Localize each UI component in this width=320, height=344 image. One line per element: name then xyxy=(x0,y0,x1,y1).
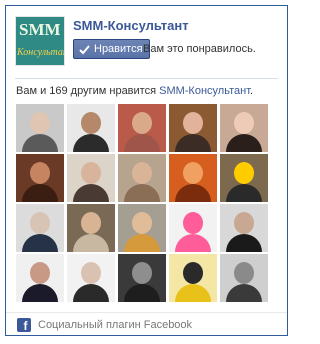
liked-status-text: Вам это понравилось. xyxy=(143,43,256,55)
avatar-body xyxy=(73,284,109,302)
page-name-link[interactable]: SMM-Консультант xyxy=(73,18,189,33)
avatar-head xyxy=(234,162,254,184)
fan-avatar[interactable] xyxy=(169,154,217,202)
fan-avatar[interactable] xyxy=(220,204,268,252)
avatar-body xyxy=(73,134,109,152)
avatar-head xyxy=(30,112,50,134)
fan-avatar[interactable] xyxy=(67,254,115,302)
avatar-body xyxy=(175,134,211,152)
fan-avatar[interactable] xyxy=(169,104,217,152)
friends-like-count: Вам и 169 другим нравится SMM-Консультан… xyxy=(16,85,253,97)
fan-avatar[interactable] xyxy=(16,204,64,252)
friends-prefix: Вам и 169 другим нравится xyxy=(16,85,160,97)
avatar-body xyxy=(175,234,211,252)
avatar-body xyxy=(175,284,211,302)
fan-avatar[interactable] xyxy=(118,204,166,252)
avatar-head xyxy=(81,262,101,284)
avatar-body xyxy=(73,234,109,252)
header-divider xyxy=(15,78,278,79)
fan-avatar[interactable] xyxy=(16,154,64,202)
facebook-like-box: SMM Консультант SMM-Консультант Нравится… xyxy=(5,5,288,336)
logo-subtext: Консультант xyxy=(17,47,64,58)
like-button[interactable]: Нравится xyxy=(73,39,150,59)
avatar-body xyxy=(124,184,160,202)
avatar-body xyxy=(124,234,160,252)
avatar-head xyxy=(183,212,203,234)
fan-faces-grid xyxy=(16,104,268,302)
plugin-footer: f Социальный плагин Facebook xyxy=(17,318,192,332)
fan-avatar[interactable] xyxy=(67,154,115,202)
like-button-label: Нравится xyxy=(94,43,143,55)
avatar-head xyxy=(30,162,50,184)
avatar-head xyxy=(183,162,203,184)
avatar-body xyxy=(22,234,58,252)
avatar-head xyxy=(234,262,254,284)
like-box-header: SMM Консультант SMM-Консультант Нравится… xyxy=(6,6,287,76)
fan-avatar[interactable] xyxy=(118,254,166,302)
avatar-body xyxy=(22,284,58,302)
footer-divider xyxy=(6,312,287,313)
avatar-head xyxy=(132,262,152,284)
avatar-body xyxy=(73,184,109,202)
fan-avatar[interactable] xyxy=(220,254,268,302)
avatar-head xyxy=(81,212,101,234)
avatar-body xyxy=(226,284,262,302)
avatar-head xyxy=(81,112,101,134)
avatar-body xyxy=(124,284,160,302)
page-logo[interactable]: SMM Консультант xyxy=(15,16,65,66)
avatar-head xyxy=(183,112,203,134)
avatar-body xyxy=(226,134,262,152)
avatar-body xyxy=(22,134,58,152)
friends-suffix: . xyxy=(250,85,254,97)
fan-avatar[interactable] xyxy=(220,104,268,152)
friends-page-link[interactable]: SMM-Консультант xyxy=(159,85,250,97)
fan-avatar[interactable] xyxy=(118,104,166,152)
avatar-head xyxy=(81,162,101,184)
avatar-body xyxy=(124,134,160,152)
avatar-head xyxy=(183,262,203,284)
fan-avatar[interactable] xyxy=(169,204,217,252)
avatar-body xyxy=(226,234,262,252)
avatar-head xyxy=(132,112,152,134)
fan-avatar[interactable] xyxy=(169,254,217,302)
fan-avatar[interactable] xyxy=(67,104,115,152)
fan-avatar[interactable] xyxy=(220,154,268,202)
checkmark-icon xyxy=(79,44,90,55)
avatar-head xyxy=(30,212,50,234)
facebook-icon: f xyxy=(17,318,31,332)
avatar-body xyxy=(226,184,262,202)
avatar-head xyxy=(132,212,152,234)
fan-avatar[interactable] xyxy=(16,254,64,302)
avatar-head xyxy=(234,112,254,134)
avatar-head xyxy=(132,162,152,184)
logo-text: SMM xyxy=(19,20,61,39)
fan-avatar[interactable] xyxy=(16,104,64,152)
fan-avatar[interactable] xyxy=(118,154,166,202)
avatar-body xyxy=(22,184,58,202)
avatar-head xyxy=(234,212,254,234)
avatar-body xyxy=(175,184,211,202)
fan-avatar[interactable] xyxy=(67,204,115,252)
avatar-head xyxy=(30,262,50,284)
footer-label[interactable]: Социальный плагин Facebook xyxy=(38,319,192,331)
